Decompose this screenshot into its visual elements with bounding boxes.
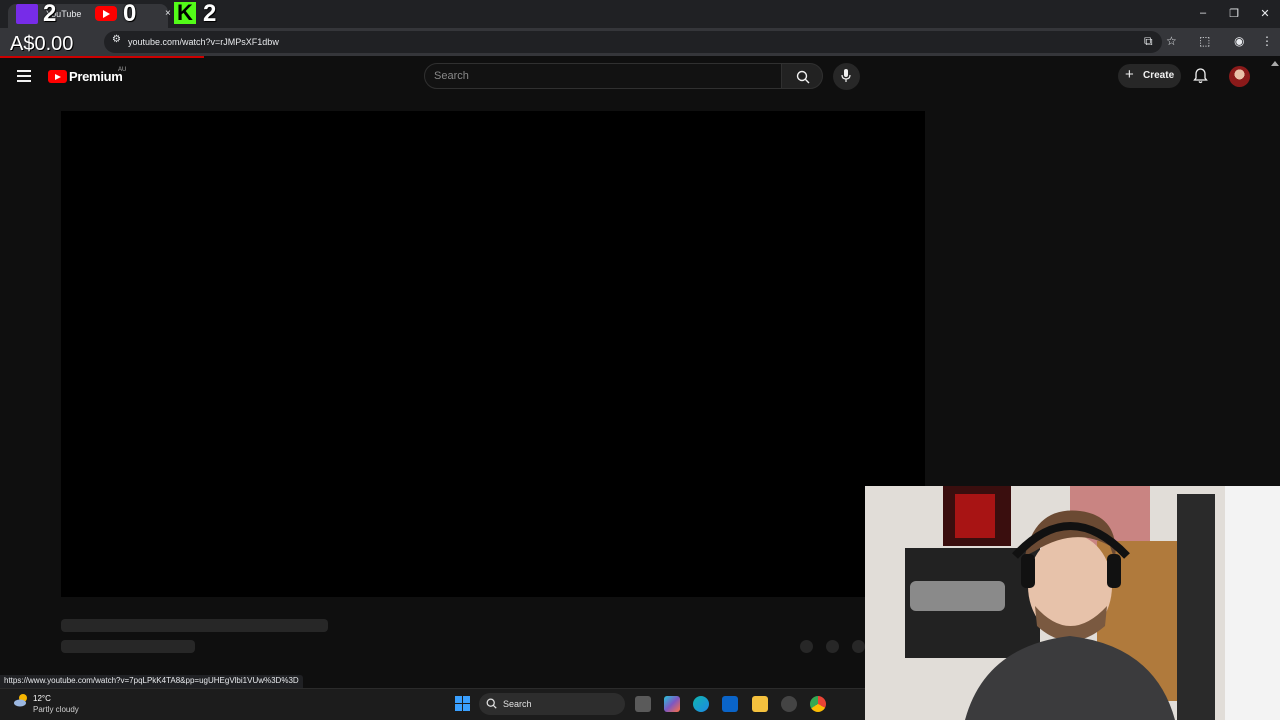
tab-close-icon[interactable]: × xyxy=(165,8,171,19)
action-skeleton xyxy=(800,640,813,653)
search-button[interactable] xyxy=(781,63,823,89)
voice-search-button[interactable] xyxy=(833,63,860,90)
plus-icon: + xyxy=(1125,66,1134,83)
account-avatar[interactable] xyxy=(1229,66,1250,87)
windows-start-icon[interactable] xyxy=(455,696,471,712)
webcam-scene xyxy=(865,486,1280,720)
restore-icon[interactable]: ❐ xyxy=(1224,7,1244,20)
site-info-icon[interactable]: ⚙ xyxy=(112,34,121,45)
youtube-viewer-count: 0 xyxy=(123,0,137,27)
streamer-webcam-feed xyxy=(865,486,1280,720)
profile-icon[interactable]: ◉ xyxy=(1234,34,1244,48)
title-skeleton xyxy=(61,619,328,632)
youtube-premium-logo[interactable]: Premium xyxy=(69,69,123,84)
video-player[interactable] xyxy=(61,111,925,597)
window-close-icon[interactable]: ✕ xyxy=(1255,7,1275,20)
weather-description[interactable]: Partly cloudy xyxy=(33,705,79,714)
search-input[interactable] xyxy=(424,63,782,89)
search-icon xyxy=(796,70,810,84)
chrome-browser-icon[interactable] xyxy=(810,696,826,712)
file-explorer-icon[interactable] xyxy=(752,696,768,712)
twitch-logo-icon xyxy=(16,4,38,24)
minimize-icon[interactable]: – xyxy=(1193,7,1213,19)
edge-browser-icon[interactable] xyxy=(693,696,709,712)
kick-viewer-count: 2 xyxy=(203,0,217,27)
create-label: Create xyxy=(1143,70,1175,81)
hamburger-menu-icon[interactable] xyxy=(17,70,31,82)
weather-temperature[interactable]: 12°C xyxy=(33,694,51,703)
action-skeleton xyxy=(826,640,839,653)
search-placeholder: Search xyxy=(434,70,469,82)
notifications-bell-icon[interactable] xyxy=(1193,68,1208,84)
address-url[interactable]: youtube.com/watch?v=rJMPsXF1dbw xyxy=(128,37,279,47)
taskbar-search-icon xyxy=(486,698,497,709)
taskbar-search-box[interactable] xyxy=(479,693,625,715)
bookmark-star-icon[interactable]: ☆ xyxy=(1166,34,1177,48)
outlook-icon[interactable] xyxy=(722,696,738,712)
youtube-logo-icon xyxy=(95,6,117,21)
install-app-icon[interactable]: ⧉ xyxy=(1144,34,1153,49)
microphone-icon xyxy=(841,69,851,82)
browser-menu-icon[interactable]: ⋮ xyxy=(1261,34,1273,48)
scroll-up-arrow-icon[interactable] xyxy=(1271,61,1279,66)
kick-logo-icon xyxy=(174,0,196,26)
link-status-url: https://www.youtube.com/watch?v=7pqLPkK4… xyxy=(0,675,303,688)
weather-partly-cloudy-icon xyxy=(14,694,27,707)
page-loading-bar xyxy=(0,56,204,58)
window-blinds xyxy=(1225,486,1280,720)
country-code: AU xyxy=(118,67,127,73)
donation-total: A$0.00 xyxy=(10,33,74,55)
taskbar-search-label: Search xyxy=(503,699,532,709)
twitch-viewer-count: 2 xyxy=(43,0,57,27)
task-view-icon[interactable] xyxy=(635,696,651,712)
app-icon[interactable] xyxy=(781,696,797,712)
mirror xyxy=(1177,494,1215,720)
copilot-icon[interactable] xyxy=(664,696,680,712)
channel-skeleton xyxy=(61,640,195,653)
youtube-logo-icon[interactable] xyxy=(48,70,67,83)
action-skeleton xyxy=(852,640,865,653)
extensions-icon[interactable]: ⬚ xyxy=(1199,34,1210,48)
